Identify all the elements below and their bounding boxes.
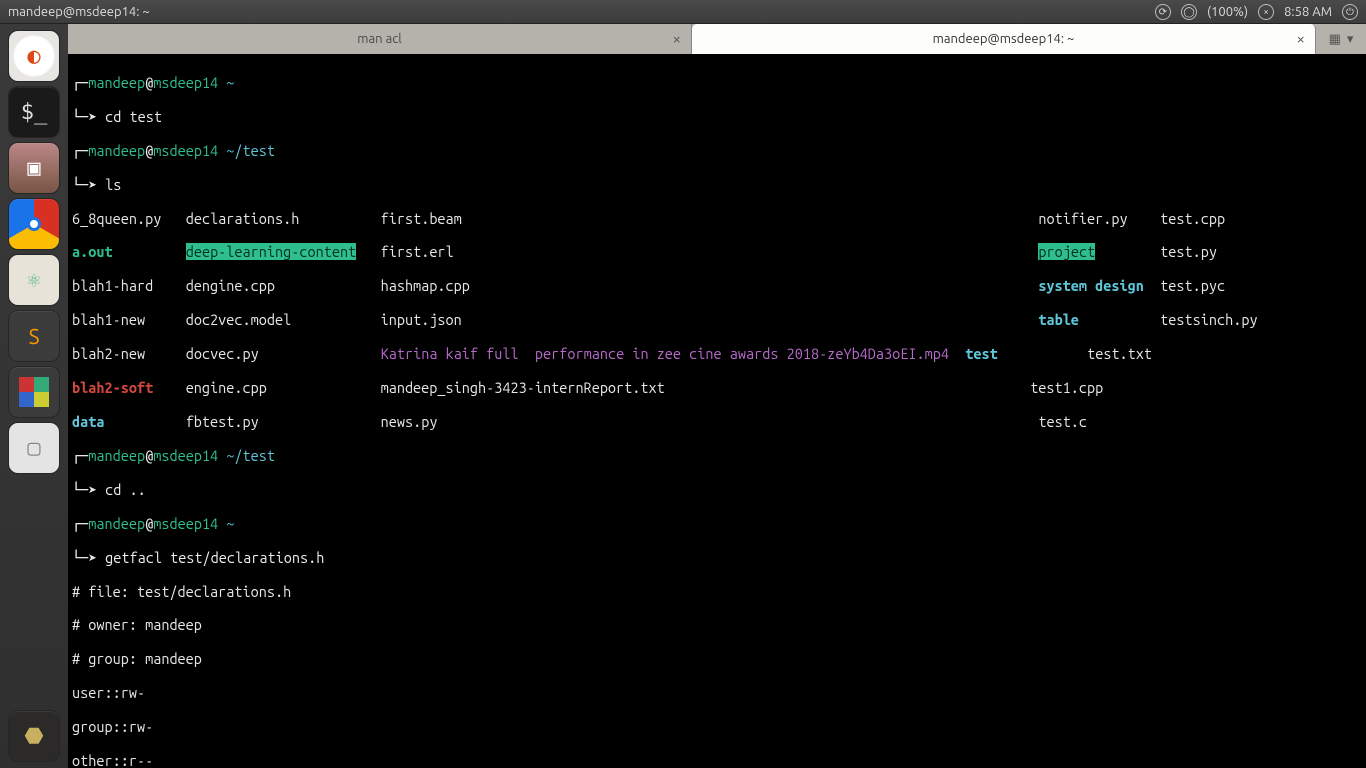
output-line: other::r--: [72, 753, 1366, 768]
terminal-area[interactable]: ┌─mandeep@msdeep14 ~ └─➤ cd test ┌─mande…: [68, 54, 1366, 768]
ls-row: blah1-new doc2vec.model input.json table…: [72, 312, 1366, 329]
network-icon[interactable]: ×: [1258, 4, 1274, 20]
output-line: user::rw-: [72, 685, 1366, 702]
clock[interactable]: 8:58 AM: [1284, 5, 1332, 19]
cmd-line: └─➤ ls: [72, 177, 1366, 194]
ls-row: blah2-soft engine.cpp mandeep_singh-3423…: [72, 380, 1366, 397]
ls-row: data fbtest.py news.py test.c: [72, 414, 1366, 431]
tab-terminal-home[interactable]: mandeep@msdeep14: ~ ×: [692, 24, 1316, 54]
sublime-icon[interactable]: S: [8, 310, 60, 362]
dropdown-icon: ▾: [1347, 32, 1354, 47]
colors-icon[interactable]: [8, 366, 60, 418]
trash-icon[interactable]: ⬣: [8, 710, 60, 762]
output-line: # group: mandeep: [72, 651, 1366, 668]
cmd-line: └─➤ cd ..: [72, 482, 1366, 499]
cmd-line: └─➤ cd test: [72, 109, 1366, 126]
prompt-line: ┌─mandeep@msdeep14 ~: [72, 75, 1366, 92]
tab-man-acl[interactable]: man acl ×: [68, 24, 692, 54]
output-line: # owner: mandeep: [72, 617, 1366, 634]
cmd-line: └─➤ getfacl test/declarations.h: [72, 550, 1366, 567]
battery-pct: (100%): [1207, 5, 1248, 19]
drive-icon[interactable]: ▢: [8, 422, 60, 474]
window-title: mandeep@msdeep14: ~: [8, 5, 150, 19]
menubar: mandeep@msdeep14: ~ ⟳ ◯ (100%) × 8:58 AM…: [0, 0, 1366, 24]
prompt-line: ┌─mandeep@msdeep14 ~: [72, 516, 1366, 533]
output-line: # file: test/declarations.h: [72, 584, 1366, 601]
overflow-icon: ▦: [1329, 32, 1341, 47]
tab-strip: man acl × mandeep@msdeep14: ~ × ▦ ▾: [68, 24, 1366, 54]
chrome-icon[interactable]: [8, 198, 60, 250]
battery-icon[interactable]: ◯: [1181, 4, 1197, 20]
ls-row: blah2-new docvec.py Katrina kaif full pe…: [72, 346, 1366, 363]
files-icon[interactable]: ▣: [8, 142, 60, 194]
terminal-icon[interactable]: $_: [8, 86, 60, 138]
close-icon[interactable]: ×: [673, 30, 681, 47]
ls-row: a.out deep-learning-content first.erl pr…: [72, 244, 1366, 261]
tab-label: man acl: [357, 32, 401, 46]
session-icon[interactable]: ⏻: [1342, 4, 1358, 20]
system-tray: ⟳ ◯ (100%) × 8:58 AM ⏻: [1155, 4, 1358, 20]
output-line: group::rw-: [72, 719, 1366, 736]
sync-icon[interactable]: ⟳: [1155, 4, 1171, 20]
close-icon[interactable]: ×: [1297, 30, 1305, 47]
tab-overflow[interactable]: ▦ ▾: [1316, 24, 1366, 54]
ls-row: 6_8queen.py declarations.h first.beam no…: [72, 211, 1366, 228]
prompt-line: ┌─mandeep@msdeep14 ~/test: [72, 448, 1366, 465]
atom-icon[interactable]: ⚛: [8, 254, 60, 306]
ubuntu-icon[interactable]: ◐: [8, 30, 60, 82]
launcher-dock: ◐ $_ ▣ ⚛ S ▢ ⬣: [0, 24, 68, 768]
tab-label: mandeep@msdeep14: ~: [933, 32, 1075, 46]
ls-row: blah1-hard dengine.cpp hashmap.cpp syste…: [72, 278, 1366, 295]
prompt-line: ┌─mandeep@msdeep14 ~/test: [72, 143, 1366, 160]
